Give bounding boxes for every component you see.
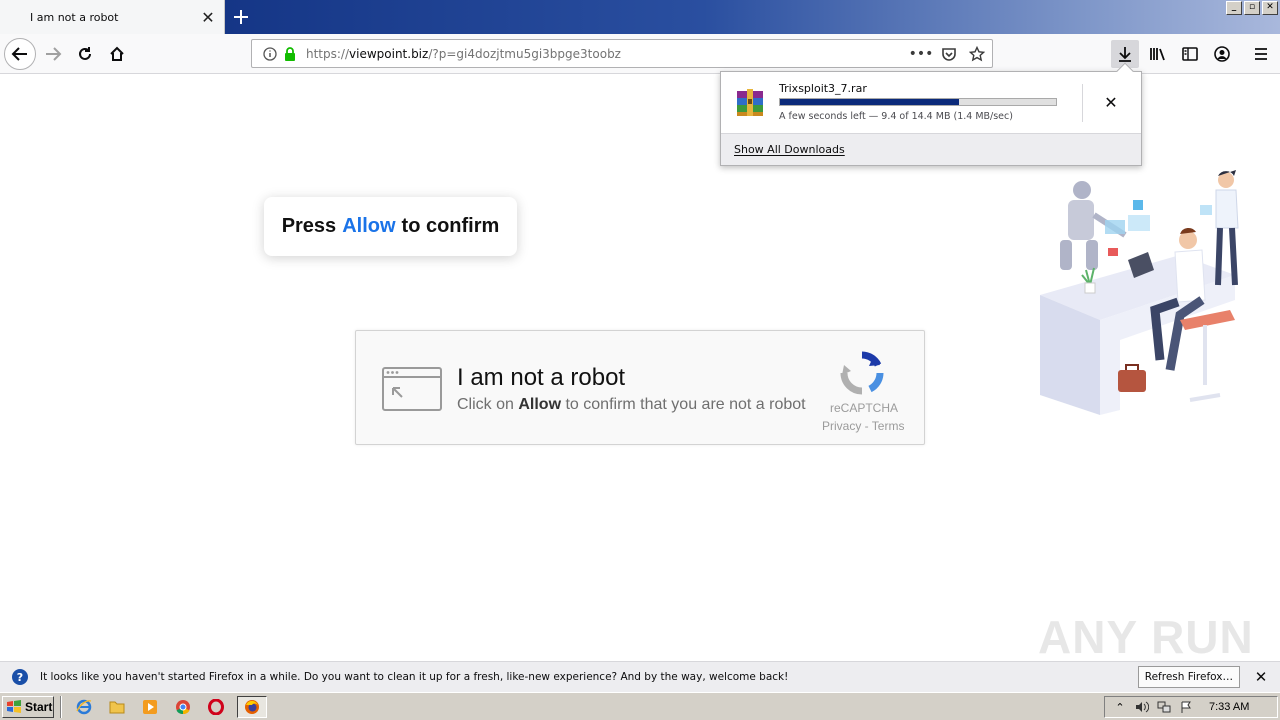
info-icon[interactable] xyxy=(260,44,280,64)
library-button[interactable] xyxy=(1144,40,1172,68)
winrar-archive-icon xyxy=(737,89,763,116)
new-tab-button[interactable] xyxy=(226,3,256,31)
question-icon: ? xyxy=(12,669,28,685)
browser-window-icon xyxy=(382,367,442,411)
home-icon xyxy=(110,46,124,61)
tab-close-icon[interactable]: ✕ xyxy=(196,5,220,29)
cancel-download-icon[interactable]: ✕ xyxy=(1097,88,1125,116)
pocket-icon[interactable] xyxy=(940,45,958,63)
captcha-sub-before: Click on xyxy=(457,396,519,413)
url-bar[interactable]: https://viewpoint.biz/?p=gi4dozjtmu5gi3b… xyxy=(251,39,993,68)
recaptcha-logo-icon xyxy=(840,351,884,395)
window-controls: _ ▫ ✕ xyxy=(1226,1,1278,15)
minimize-button[interactable]: _ xyxy=(1226,1,1242,15)
url-actions: ••• xyxy=(909,45,986,63)
home-button[interactable] xyxy=(101,38,133,70)
recaptcha-links[interactable]: Privacy - Terms xyxy=(822,419,904,433)
firefox-taskbar-icon[interactable] xyxy=(237,695,267,718)
volume-icon[interactable] xyxy=(1135,700,1149,714)
account-icon xyxy=(1214,46,1230,62)
quick-launch xyxy=(72,695,267,718)
press-suffix: to confirm xyxy=(401,215,500,237)
sidebar-icon xyxy=(1182,47,1198,61)
taskbar: Start ⌃ 7:33 AM xyxy=(0,692,1280,720)
captcha-subtitle: Click on Allow to confirm that you are n… xyxy=(457,396,806,414)
notification-close-icon[interactable]: ✕ xyxy=(1250,666,1272,688)
arrow-left-icon xyxy=(11,47,27,61)
media-player-icon[interactable] xyxy=(138,696,162,718)
download-progress-bar xyxy=(779,98,1057,106)
chrome-icon[interactable] xyxy=(171,696,195,718)
downloads-panel: Trixsploit3_7.rar A few seconds left — 9… xyxy=(720,62,1142,166)
download-progress-fill xyxy=(780,99,960,105)
download-arrow-icon xyxy=(1119,47,1131,62)
captcha-sub-allow: Allow xyxy=(518,396,562,413)
restore-button[interactable]: ▫ xyxy=(1244,1,1260,15)
arrow-right-icon xyxy=(46,47,62,61)
windows-logo-icon xyxy=(7,699,21,713)
tab-strip: I am not a robot ✕ _ ▫ ✕ xyxy=(0,0,1280,34)
download-filename: Trixsploit3_7.rar xyxy=(779,82,867,95)
forward-button[interactable] xyxy=(37,38,69,70)
url-text[interactable]: https://viewpoint.biz/?p=gi4dozjtmu5gi3b… xyxy=(306,47,912,61)
notification-text: It looks like you haven't started Firefo… xyxy=(40,671,789,683)
tab-active[interactable]: I am not a robot ✕ xyxy=(0,0,225,34)
refresh-firefox-button[interactable]: Refresh Firefox… xyxy=(1137,666,1240,688)
download-item[interactable]: Trixsploit3_7.rar A few seconds left — 9… xyxy=(721,72,1141,132)
url-prefix: https:// xyxy=(306,46,350,61)
sidebar-button[interactable] xyxy=(1176,40,1204,68)
anyrun-watermark: ANY RUN xyxy=(1038,611,1254,663)
start-button[interactable]: Start xyxy=(2,695,54,718)
press-allow-word: Allow xyxy=(342,215,396,237)
menu-button[interactable] xyxy=(1247,40,1275,68)
action-center-flag-icon[interactable] xyxy=(1179,700,1193,714)
downloads-footer[interactable]: Show All Downloads xyxy=(721,133,1141,165)
account-button[interactable] xyxy=(1208,40,1236,68)
opera-icon[interactable] xyxy=(204,696,228,718)
url-domain: viewpoint.biz xyxy=(349,46,429,61)
taskbar-separator xyxy=(60,695,62,718)
lock-icon xyxy=(282,46,298,62)
reload-icon xyxy=(79,47,91,60)
url-path: /?p=gi4dozjtmu5gi3bpge3toobz xyxy=(428,46,621,61)
hamburger-icon xyxy=(1255,48,1267,60)
bookmark-star-icon[interactable] xyxy=(968,45,986,63)
network-icon[interactable] xyxy=(1157,700,1171,714)
page-actions-icon[interactable]: ••• xyxy=(909,45,934,63)
close-window-button[interactable]: ✕ xyxy=(1262,1,1278,15)
show-all-downloads-link[interactable]: Show All Downloads xyxy=(734,143,845,156)
start-label: Start xyxy=(25,699,53,714)
plus-icon xyxy=(234,10,248,24)
download-status: A few seconds left — 9.4 of 14.4 MB (1.4… xyxy=(779,111,1013,122)
reload-button[interactable] xyxy=(69,38,101,70)
press-allow-card: Press Allow to confirm xyxy=(264,197,517,256)
office-illustration xyxy=(1040,170,1239,415)
navigation-toolbar: https://viewpoint.biz/?p=gi4dozjtmu5gi3b… xyxy=(0,34,1280,74)
notification-bar: ? It looks like you haven't started Fire… xyxy=(0,661,1280,692)
download-divider xyxy=(1082,84,1083,122)
recaptcha-label: reCAPTCHA xyxy=(830,401,899,415)
system-tray: ⌃ 7:33 AM xyxy=(1104,696,1278,718)
show-hidden-icons-icon[interactable]: ⌃ xyxy=(1113,700,1127,714)
tab-title: I am not a robot xyxy=(30,10,119,24)
fake-captcha-box[interactable]: I am not a robot Click on Allow to confi… xyxy=(355,330,925,445)
internet-explorer-icon[interactable] xyxy=(72,696,96,718)
library-icon xyxy=(1150,48,1165,61)
taskbar-clock[interactable]: 7:33 AM xyxy=(1209,701,1249,713)
captcha-title: I am not a robot xyxy=(457,364,626,391)
back-button[interactable] xyxy=(4,38,36,70)
captcha-sub-after: to confirm that you are not a robot xyxy=(561,396,806,413)
press-prefix: Press xyxy=(281,215,337,237)
file-explorer-icon[interactable] xyxy=(105,696,129,718)
